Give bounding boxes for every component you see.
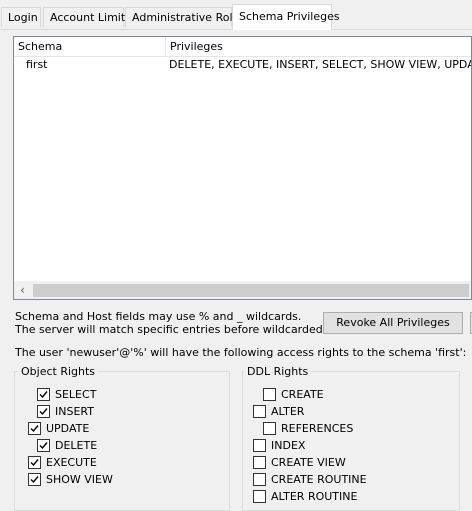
unchecked-icon (253, 405, 266, 418)
revoke-all-privileges-button[interactable]: Revoke All Privileges (323, 312, 463, 334)
checked-icon (28, 422, 41, 435)
ddl-rights-title: DDL Rights (244, 365, 312, 378)
column-header-schema[interactable]: Schema (14, 37, 165, 56)
row-schema: first (26, 58, 48, 71)
unchecked-icon (263, 388, 276, 401)
checkbox-label: DELETE (55, 439, 98, 452)
scroll-left-icon[interactable]: ‹ (14, 282, 31, 299)
checked-icon (37, 405, 50, 418)
unchecked-icon (263, 422, 276, 435)
row-privileges: DELETE, EXECUTE, INSERT, SELECT, SHOW VI… (169, 58, 472, 71)
tab-label: Account Limits (50, 11, 131, 24)
tab-label: Schema Privileges (239, 10, 340, 23)
checked-icon (28, 456, 41, 469)
checkbox-label: INSERT (55, 405, 94, 418)
object-rights-title: Object Rights (18, 365, 99, 378)
tab-label: Login (8, 11, 38, 24)
tab-account-limits[interactable]: Account Limits (43, 7, 131, 27)
scrollbar-thumb[interactable] (33, 284, 469, 297)
unchecked-icon (253, 490, 266, 503)
wildcard-note: Schema and Host fields may use % and _ w… (15, 310, 302, 323)
tab-bar: Login Account Limits Administrative Role… (0, 0, 472, 30)
checkbox-label: CREATE VIEW (271, 456, 346, 469)
checkbox-label: CREATE ROUTINE (271, 473, 367, 486)
schema-privileges-table[interactable]: Schema Privileges first DELETE, EXECUTE,… (13, 36, 472, 300)
wildcard-note-2: The server will match specific entries b… (15, 323, 356, 336)
checkbox-label: INDEX (271, 439, 306, 452)
checkbox-label: EXECUTE (46, 456, 97, 469)
tab-schema-privileges[interactable]: Schema Privileges (232, 4, 340, 30)
checkbox-label: ALTER (271, 405, 305, 418)
unchecked-icon (253, 473, 266, 486)
checked-icon (37, 439, 50, 452)
checkbox-label: SELECT (55, 388, 97, 401)
unchecked-icon (253, 456, 266, 469)
checked-icon (37, 388, 50, 401)
checkbox-label: CREATE (281, 388, 324, 401)
column-header-privileges[interactable]: Privileges (165, 37, 471, 56)
table-row[interactable]: first DELETE, EXECUTE, INSERT, SELECT, S… (14, 56, 472, 73)
tab-administrative-roles[interactable]: Administrative Roles (125, 7, 245, 27)
tab-login[interactable]: Login (1, 7, 41, 27)
checkbox-label: ALTER ROUTINE (271, 490, 358, 503)
checkbox-label: REFERENCES (281, 422, 354, 435)
checkbox-label: UPDATE (46, 422, 90, 435)
table-header: Schema Privileges (14, 37, 471, 57)
checkbox-label: SHOW VIEW (46, 473, 113, 486)
access-rights-note: The user 'newuser'@'%' will have the fol… (15, 346, 467, 359)
horizontal-scrollbar[interactable]: ‹ (14, 281, 471, 299)
checked-icon (28, 473, 41, 486)
tab-label: Administrative Roles (132, 11, 245, 24)
unchecked-icon (253, 439, 266, 452)
